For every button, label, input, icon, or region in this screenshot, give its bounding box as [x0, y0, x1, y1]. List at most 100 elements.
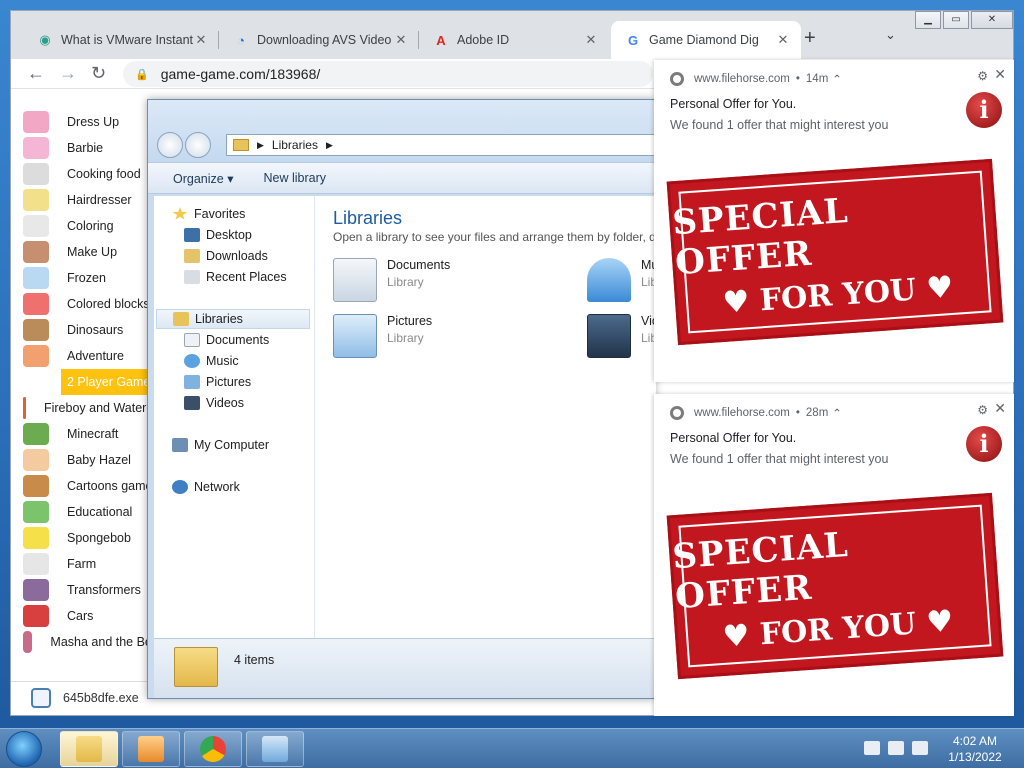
breadcrumb-libraries[interactable]: Libraries	[272, 138, 318, 152]
clock[interactable]: 4:02 AM 1/13/2022	[940, 733, 1010, 765]
nav-downloads[interactable]: Downloads	[184, 246, 268, 266]
category-link[interactable]: Cartoons games	[23, 473, 163, 499]
nav-label: Libraries	[195, 312, 243, 326]
nav-pictures[interactable]: Pictures	[184, 372, 251, 392]
taskbar-chrome[interactable]	[184, 731, 242, 767]
category-link[interactable]: Transformers	[23, 577, 163, 603]
clock-date: 1/13/2022	[948, 750, 1002, 764]
window-controls: ▁ ▭ ✕	[915, 11, 1013, 29]
tab-vmware[interactable]: ◉ What is VMware Instant ✕	[23, 21, 219, 59]
category-link[interactable]: Masha and the Bear	[23, 629, 163, 655]
notification-age: 14m	[805, 73, 829, 85]
category-link[interactable]: Fireboy and Watergirl	[23, 395, 163, 421]
category-link[interactable]: Barbie	[23, 135, 163, 161]
address-bar[interactable]: 🔒 game-game.com/183968/	[123, 61, 653, 87]
close-tab-icon[interactable]: ✕	[583, 32, 599, 48]
nav-music[interactable]: Music	[184, 351, 239, 371]
volume-icon[interactable]	[912, 741, 928, 755]
tab-game-diamond[interactable]: G Game Diamond Dig ✕	[611, 21, 801, 59]
notification-site: www.filehorse.com	[694, 407, 790, 419]
category-link[interactable]: Frozen	[23, 265, 163, 291]
forward-button[interactable]: →	[59, 63, 77, 84]
category-link[interactable]: Minecraft	[23, 421, 163, 447]
category-thumbnail-icon	[23, 605, 49, 627]
nav-favorites[interactable]: Favorites	[172, 204, 245, 224]
notification-card[interactable]: www.filehorse.com • 28m ⌃ ⚙ ✕ Personal O…	[654, 394, 1014, 716]
close-tab-icon[interactable]: ✕	[775, 32, 791, 48]
action-center-icon[interactable]	[864, 741, 880, 755]
taskbar-media-player[interactable]	[122, 731, 180, 767]
collapse-icon[interactable]: ⌃	[832, 72, 842, 86]
category-link[interactable]: Cooking food	[23, 161, 163, 187]
nav-network[interactable]: Network	[172, 477, 240, 497]
nav-label: Desktop	[206, 228, 252, 242]
nav-videos[interactable]: Videos	[184, 393, 244, 413]
close-tab-icon[interactable]: ✕	[193, 32, 209, 48]
explorer-back-button[interactable]	[157, 132, 183, 158]
organize-button[interactable]: Organize ▾	[173, 171, 233, 186]
collapse-icon[interactable]: ⌃	[832, 406, 842, 420]
minimize-button[interactable]: ▁	[915, 11, 941, 29]
nav-documents[interactable]: Documents	[184, 330, 269, 350]
network-tray-icon[interactable]	[888, 741, 904, 755]
breadcrumb-arrow-icon[interactable]: ▶	[326, 140, 333, 151]
breadcrumb-arrow-icon[interactable]: ▶	[257, 140, 264, 151]
star-icon	[172, 207, 188, 220]
new-tab-button[interactable]: +	[804, 27, 816, 50]
category-link[interactable]: Coloring	[23, 213, 163, 239]
category-thumbnail-icon	[23, 553, 49, 575]
category-link[interactable]: Hairdresser	[23, 187, 163, 213]
download-item[interactable]: 645b8dfe.exe	[31, 688, 139, 708]
explorer-details-pane: 4 items	[154, 638, 656, 698]
category-link[interactable]: Educational	[23, 499, 163, 525]
nav-label: My Computer	[194, 438, 270, 452]
category-link[interactable]: Make Up	[23, 239, 163, 265]
tab-avs-video[interactable]: ◔ Downloading AVS Video ✕	[219, 21, 419, 59]
nav-desktop[interactable]: Desktop	[184, 225, 252, 245]
reload-button[interactable]: ↻	[91, 63, 106, 84]
category-link[interactable]: Baby Hazel	[23, 447, 163, 473]
tab-adobe-id[interactable]: A Adobe ID ✕	[419, 21, 609, 59]
category-thumbnail-icon	[23, 163, 49, 185]
category-link[interactable]: Farm	[23, 551, 163, 577]
close-icon[interactable]: ✕	[994, 66, 1006, 83]
clock-time: 4:02 AM	[952, 734, 998, 748]
tab-title: Downloading AVS Video	[257, 33, 392, 47]
category-link[interactable]: Spongebob	[23, 525, 163, 551]
tab-search-button[interactable]: ⌄	[885, 27, 896, 43]
category-label: Spongebob	[67, 531, 131, 545]
library-videos[interactable]: Vic Lib	[587, 314, 658, 358]
explorer-address-bar[interactable]: ▶ Libraries ▶	[226, 134, 656, 156]
notification-card[interactable]: www.filehorse.com • 14m ⌃ ⚙ ✕ Personal O…	[654, 60, 1014, 382]
category-link[interactable]: Dress Up	[23, 109, 163, 135]
library-music[interactable]: Mu Lib	[587, 258, 658, 302]
nav-label: Documents	[206, 333, 270, 347]
category-link[interactable]: Adventure	[23, 343, 163, 369]
maximize-button[interactable]: ▭	[943, 11, 969, 29]
category-link[interactable]: Cars	[23, 603, 163, 629]
content-title: Libraries	[333, 208, 403, 228]
taskbar-control-panel[interactable]	[246, 731, 304, 767]
category-label: Educational	[67, 505, 133, 519]
network-icon	[172, 480, 188, 494]
explorer-forward-button[interactable]	[185, 132, 211, 158]
library-documents[interactable]: Documents Library	[333, 258, 450, 302]
nav-my-computer[interactable]: My Computer	[172, 435, 269, 455]
gear-icon[interactable]: ⚙	[977, 403, 988, 417]
gear-icon[interactable]: ⚙	[977, 69, 988, 83]
library-name: Pictures	[387, 314, 433, 328]
category-link[interactable]: Colored blocks	[23, 291, 163, 317]
nav-libraries[interactable]: Libraries	[156, 309, 310, 329]
nav-recent-places[interactable]: Recent Places	[184, 267, 287, 287]
category-link[interactable]: Dinosaurs	[23, 317, 163, 343]
taskbar-explorer[interactable]	[60, 731, 118, 767]
close-window-button[interactable]: ✕	[971, 11, 1013, 29]
new-library-button[interactable]: New library	[263, 171, 326, 185]
back-button[interactable]: ←	[27, 63, 45, 84]
close-tab-icon[interactable]: ✕	[393, 32, 409, 48]
lock-icon[interactable]: 🔒	[135, 68, 149, 81]
start-button[interactable]	[6, 731, 42, 767]
videos-library-icon	[587, 314, 631, 358]
close-icon[interactable]: ✕	[994, 400, 1006, 417]
library-pictures[interactable]: Pictures Library	[333, 314, 432, 358]
